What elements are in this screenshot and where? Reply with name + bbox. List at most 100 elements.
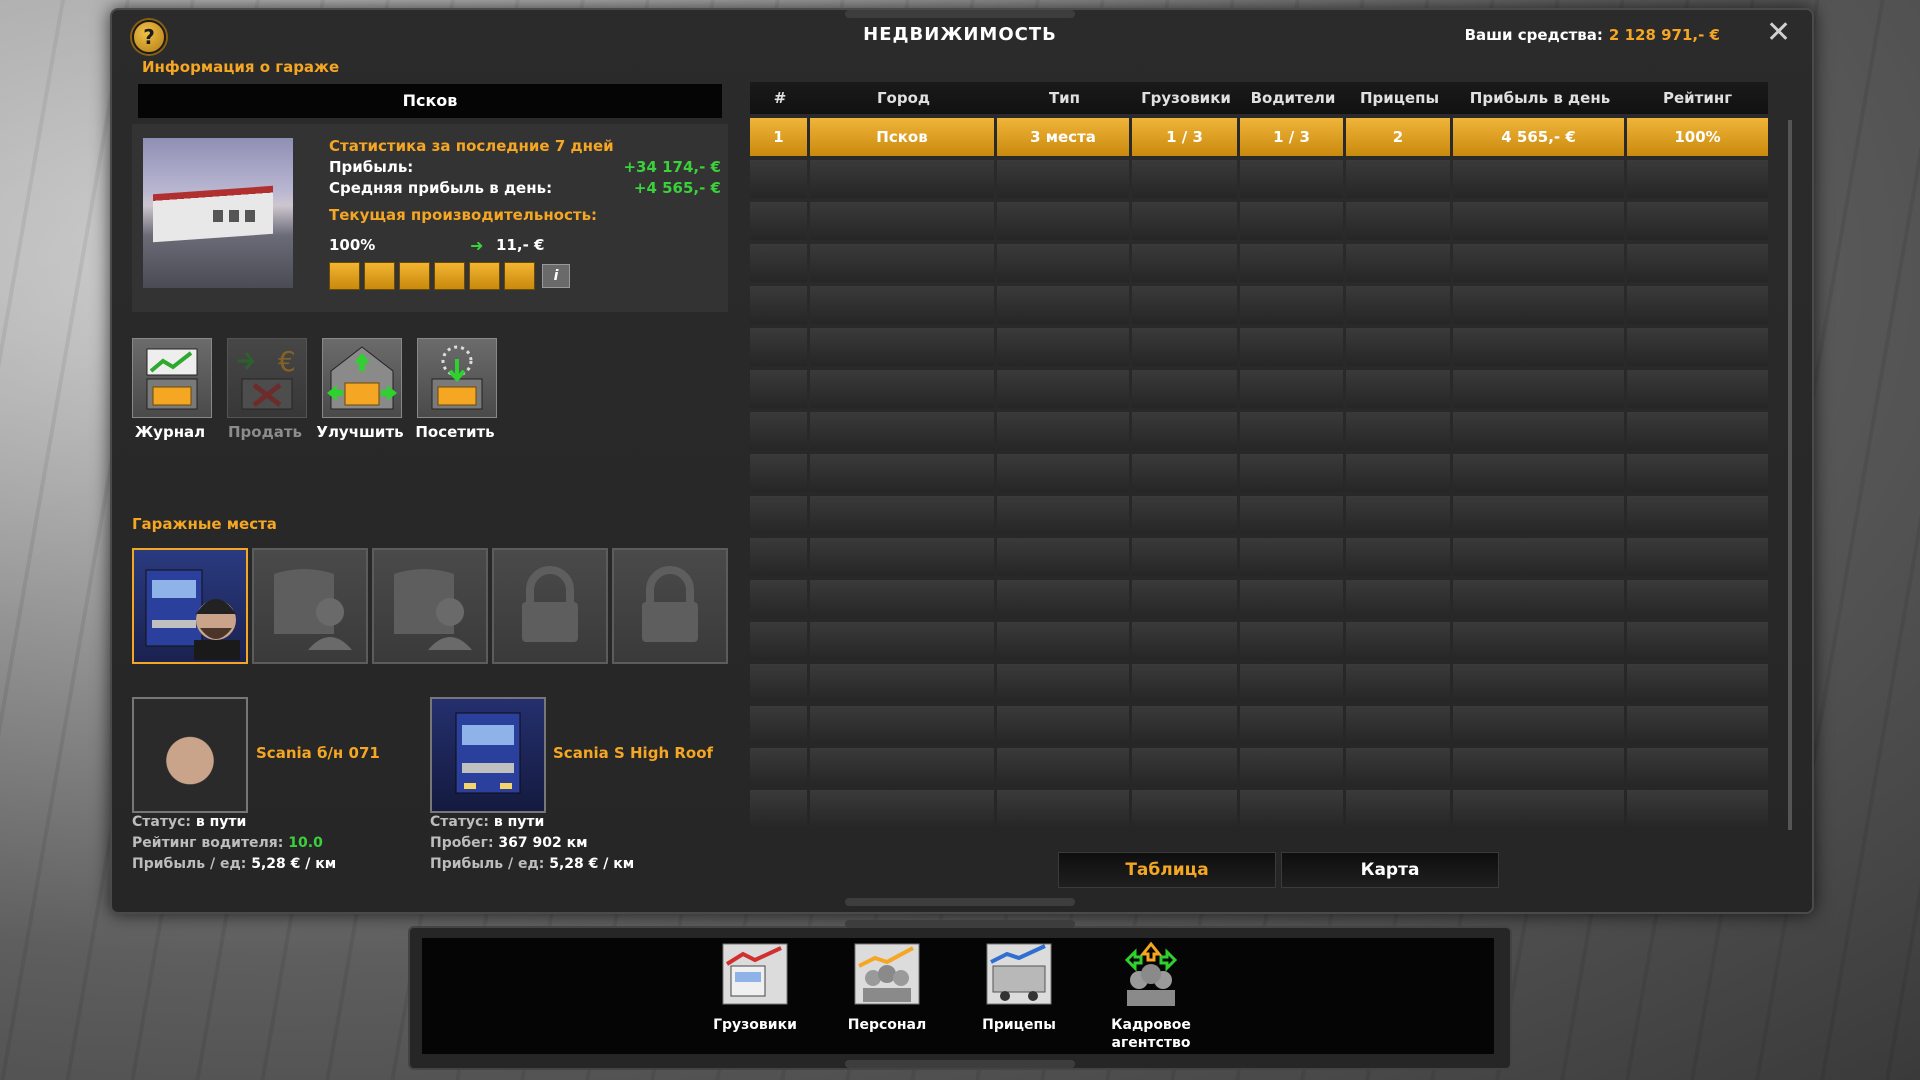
dock-trailers-label: Прицепы — [982, 1017, 1056, 1033]
garage-slot-occupied[interactable] — [132, 548, 248, 664]
table-cell-empty — [810, 202, 994, 240]
svg-text:€: € — [278, 345, 296, 378]
table-cell-empty — [1132, 160, 1237, 198]
truck-name[interactable]: Scania S High Roof — [553, 744, 713, 762]
table-cell-empty — [750, 790, 807, 828]
table-row-empty — [750, 748, 1768, 786]
table-cell-empty — [1346, 706, 1450, 744]
cell-trailers: 2 — [1346, 118, 1450, 156]
table-cell-empty — [750, 496, 807, 534]
table-cell-empty — [997, 454, 1129, 492]
table-cell-empty — [1627, 580, 1768, 618]
table-cell-empty — [1240, 370, 1343, 408]
tab-table[interactable]: Таблица — [1058, 852, 1276, 888]
performance-bar — [329, 262, 360, 290]
table-cell-empty — [750, 454, 807, 492]
table-row-empty — [750, 664, 1768, 702]
profit-label: Прибыль: — [329, 158, 414, 176]
garage-slot-locked — [612, 548, 728, 664]
dock-staff-button[interactable]: Персонал — [832, 940, 942, 1034]
driver-profit: Прибыль / ед: 5,28 € / км — [132, 856, 337, 872]
table-cell-empty — [750, 412, 807, 450]
table-cell-empty — [750, 160, 807, 198]
table-row-empty — [750, 454, 1768, 492]
performance-bars — [329, 262, 535, 290]
performance-bar — [504, 262, 535, 290]
table-row[interactable]: 1 Псков 3 места 1 / 3 1 / 3 2 4 565,- € … — [750, 118, 1768, 156]
cell-trucks: 1 / 3 — [1132, 118, 1237, 156]
garage-stats: Статистика за последние 7 дней Прибыль: +… — [329, 137, 721, 227]
table-cell-empty — [1453, 664, 1624, 702]
empty-slot-icon — [394, 569, 472, 650]
table-cell-empty — [1240, 748, 1343, 786]
table-cell-empty — [1132, 202, 1237, 240]
table-cell-empty — [1453, 160, 1624, 198]
truck-portrait[interactable] — [430, 697, 546, 813]
garage-slot-empty[interactable] — [372, 548, 488, 664]
table-cell-empty — [1346, 622, 1450, 660]
table-cell-empty — [1453, 454, 1624, 492]
truck-profit: Прибыль / ед: 5,28 € / км — [430, 856, 635, 872]
dock-recruitment-button[interactable]: Кадровое агентство — [1096, 940, 1206, 1052]
table-cell-empty — [997, 496, 1129, 534]
col-trailers[interactable]: Прицепы — [1346, 82, 1453, 114]
garage-slots-label: Гаражные места — [132, 515, 277, 533]
arrow-right-icon: ➜ — [470, 236, 484, 255]
table-cell-empty — [1132, 580, 1237, 618]
upgrade-button[interactable] — [322, 338, 402, 418]
table-cell-empty — [750, 748, 807, 786]
table-cell-empty — [1132, 454, 1237, 492]
col-type[interactable]: Тип — [997, 82, 1132, 114]
table-scrollbar[interactable] — [1788, 120, 1792, 830]
table-cell-empty — [1240, 706, 1343, 744]
col-city[interactable]: Город — [810, 82, 997, 114]
table-cell-empty — [1132, 328, 1237, 366]
table-cell-empty — [1346, 244, 1450, 282]
garages-table: # Город Тип Грузовики Водители Прицепы П… — [750, 82, 1768, 828]
garage-slot-empty[interactable] — [252, 548, 368, 664]
col-trucks[interactable]: Грузовики — [1132, 82, 1240, 114]
close-button[interactable]: ✕ — [1766, 18, 1791, 48]
table-row-empty — [750, 790, 1768, 828]
table-cell-empty — [810, 286, 994, 324]
table-cell-empty — [1240, 202, 1343, 240]
performance-info-button[interactable]: i — [542, 264, 570, 288]
driver-status: Статус: в пути — [132, 814, 247, 830]
table-cell-empty — [810, 664, 994, 702]
window-notch — [845, 10, 1075, 18]
journal-button[interactable] — [132, 338, 212, 418]
dock-trailers-button[interactable]: Прицепы — [964, 940, 1074, 1034]
table-cell-empty — [1240, 580, 1343, 618]
col-drivers[interactable]: Водители — [1240, 82, 1346, 114]
table-cell-empty — [1627, 370, 1768, 408]
table-cell-empty — [810, 538, 994, 576]
table-cell-empty — [750, 202, 807, 240]
table-cell-empty — [1346, 286, 1450, 324]
table-cell-empty — [810, 328, 994, 366]
visit-button[interactable] — [417, 338, 497, 418]
table-cell-empty — [750, 664, 807, 702]
table-cell-empty — [1346, 790, 1450, 828]
table-cell-empty — [1132, 496, 1237, 534]
sell-button-label: Продать — [227, 423, 302, 441]
table-cell-empty — [997, 748, 1129, 786]
table-row-empty — [750, 580, 1768, 618]
driver-name[interactable]: Scania б/н 071 — [256, 744, 380, 762]
table-cell-empty — [1627, 202, 1768, 240]
performance-percent: 100% — [329, 236, 376, 254]
performance-bar — [434, 262, 465, 290]
table-cell-empty — [1132, 790, 1237, 828]
table-cell-empty — [1627, 160, 1768, 198]
col-rating[interactable]: Рейтинг — [1627, 82, 1768, 114]
tab-map[interactable]: Карта — [1281, 852, 1499, 888]
table-cell-empty — [1240, 160, 1343, 198]
table-cell-empty — [1132, 538, 1237, 576]
table-cell-empty — [997, 370, 1129, 408]
dock-trucks-button[interactable]: Грузовики — [700, 940, 810, 1034]
truck-mileage: Пробег: 367 902 км — [430, 835, 588, 851]
cell-rating: 100% — [1627, 118, 1768, 156]
col-number[interactable]: # — [750, 82, 810, 114]
driver-portrait[interactable] — [132, 697, 248, 813]
table-cell-empty — [810, 748, 994, 786]
col-daily-profit[interactable]: Прибыль в день — [1453, 82, 1627, 114]
